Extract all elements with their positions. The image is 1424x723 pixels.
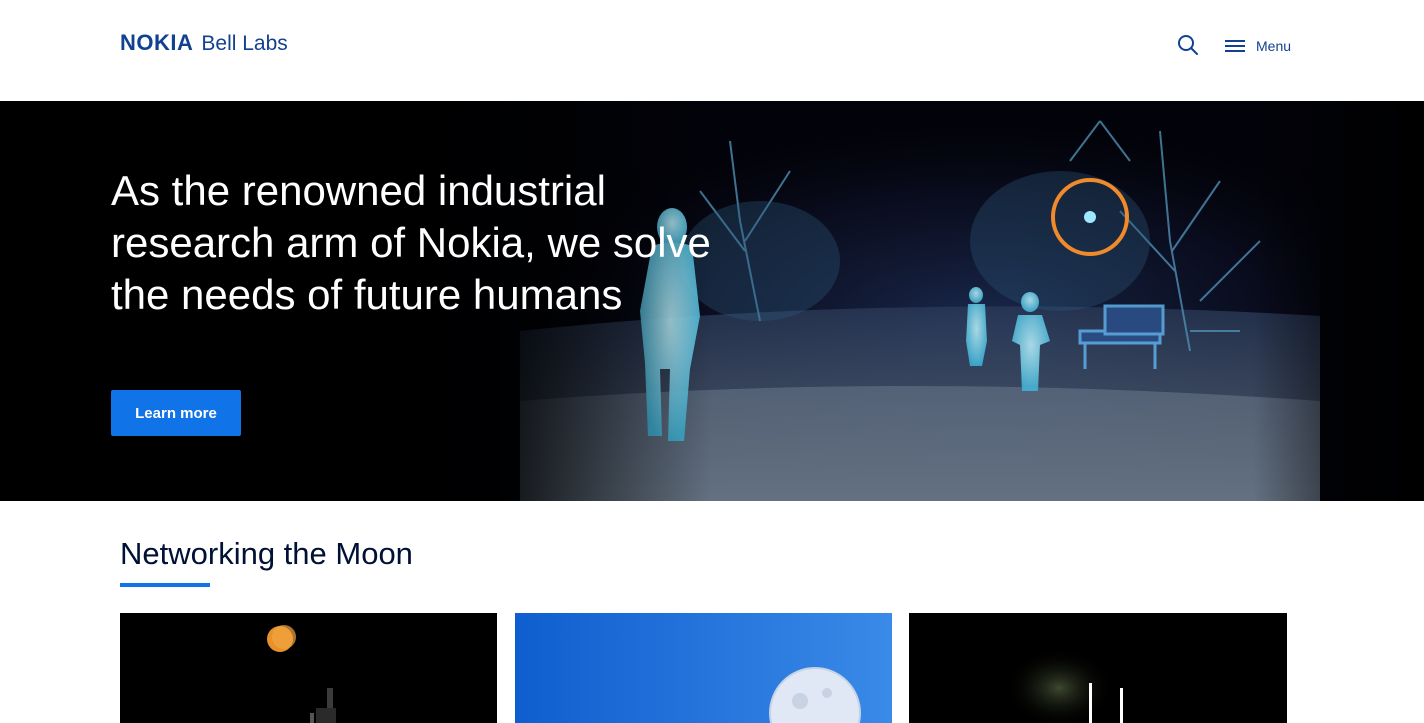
bell-labs-wordmark: Bell Labs — [201, 32, 288, 55]
site-header: NOKIA Bell Labs Menu — [0, 0, 1424, 101]
moon-in-blue-sky-image — [515, 613, 892, 723]
section-title-underline — [120, 583, 210, 587]
hero-title: As the renowned industrial research arm … — [111, 167, 711, 318]
section-title: Networking the Moon — [120, 536, 413, 571]
card-moon-launch[interactable] — [120, 613, 497, 723]
menu-label: Menu — [1256, 38, 1292, 54]
card-moon-sky[interactable] — [515, 613, 892, 723]
hero-banner: As the renowned industrial research arm … — [0, 101, 1424, 501]
menu-button[interactable]: Menu — [1224, 34, 1291, 58]
search-icon — [1178, 35, 1198, 55]
search-button[interactable] — [1176, 33, 1200, 57]
moon-over-launch-tower-image — [120, 613, 497, 723]
lunar-surface-lights-image — [909, 613, 1287, 723]
nokia-wordmark: NOKIA — [120, 30, 194, 55]
hamburger-menu-icon — [1225, 40, 1245, 52]
learn-more-button[interactable]: Learn more — [111, 390, 241, 436]
brand-logo[interactable]: NOKIA Bell Labs — [120, 30, 288, 56]
card-lunar-lights[interactable] — [909, 613, 1287, 723]
